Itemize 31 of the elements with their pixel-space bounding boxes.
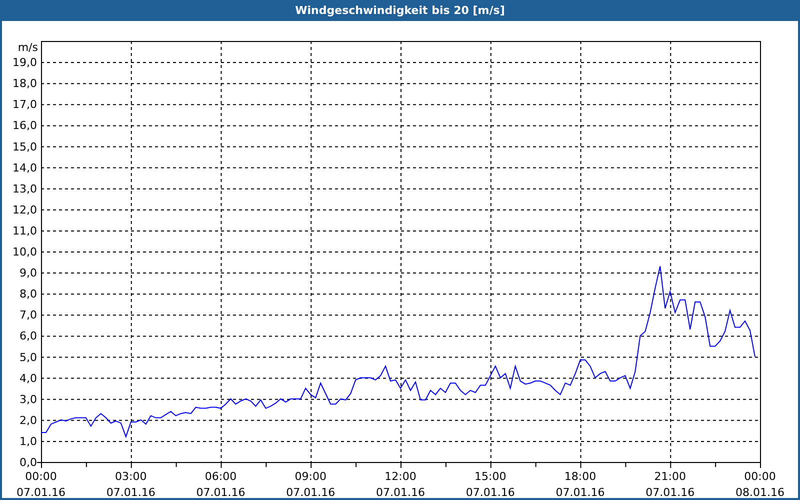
axis-tick-label: 5,0 [20, 350, 37, 364]
axis-unit-label: m/s [18, 41, 38, 54]
axis-tick-label: 4,0 [20, 372, 37, 385]
axis-tick-label: 18,0 [12, 77, 37, 90]
axis-tick-label: 1,0 [20, 434, 37, 448]
axis-tick-label: 18:00 07.01.16 [556, 470, 605, 498]
axis-tick-label: 6,0 [20, 330, 37, 343]
axis-tick-label: 21:00 07.01.16 [646, 470, 695, 498]
axis-tick-label: 14,0 [12, 161, 37, 174]
axis-tick-label: 16,0 [12, 119, 37, 132]
axis-tick-label: 0,0 [20, 456, 37, 469]
axis-tick-label: 19,0 [12, 56, 37, 70]
axis-tick-label: 00:00 08.01.16 [736, 470, 784, 498]
chart-title: Windgeschwindigkeit bis 20 [m/s] [295, 4, 505, 17]
axis-tick-label: 11,0 [12, 224, 37, 238]
axis-tick-label: 15,0 [12, 140, 37, 154]
axis-tick-label: 09:00 07.01.16 [286, 470, 336, 498]
axis-tick-label: 03:00 07.01.16 [106, 470, 156, 498]
axis-tick-label: 9,0 [20, 266, 37, 280]
axis-tick-label: 15:00 07.01.16 [466, 470, 515, 498]
axis-tick-label: 3,0 [20, 392, 37, 406]
axis-tick-label: 2,0 [20, 414, 37, 427]
axis-tick-label: 12:00 07.01.16 [376, 470, 425, 498]
axis-tick-label: 12,0 [12, 203, 37, 216]
axis-tick-label: 00:00 07.01.16 [16, 470, 66, 498]
axis-tick-label: 10,0 [12, 246, 37, 258]
axis-tick-label: 17,0 [12, 98, 37, 112]
axis-tick-label: 8,0 [20, 288, 37, 301]
axis-tick-label: 7,0 [20, 308, 37, 322]
axis-tick-label: 06:00 07.01.16 [196, 470, 246, 498]
axis-tick-label: 13,0 [12, 182, 37, 196]
